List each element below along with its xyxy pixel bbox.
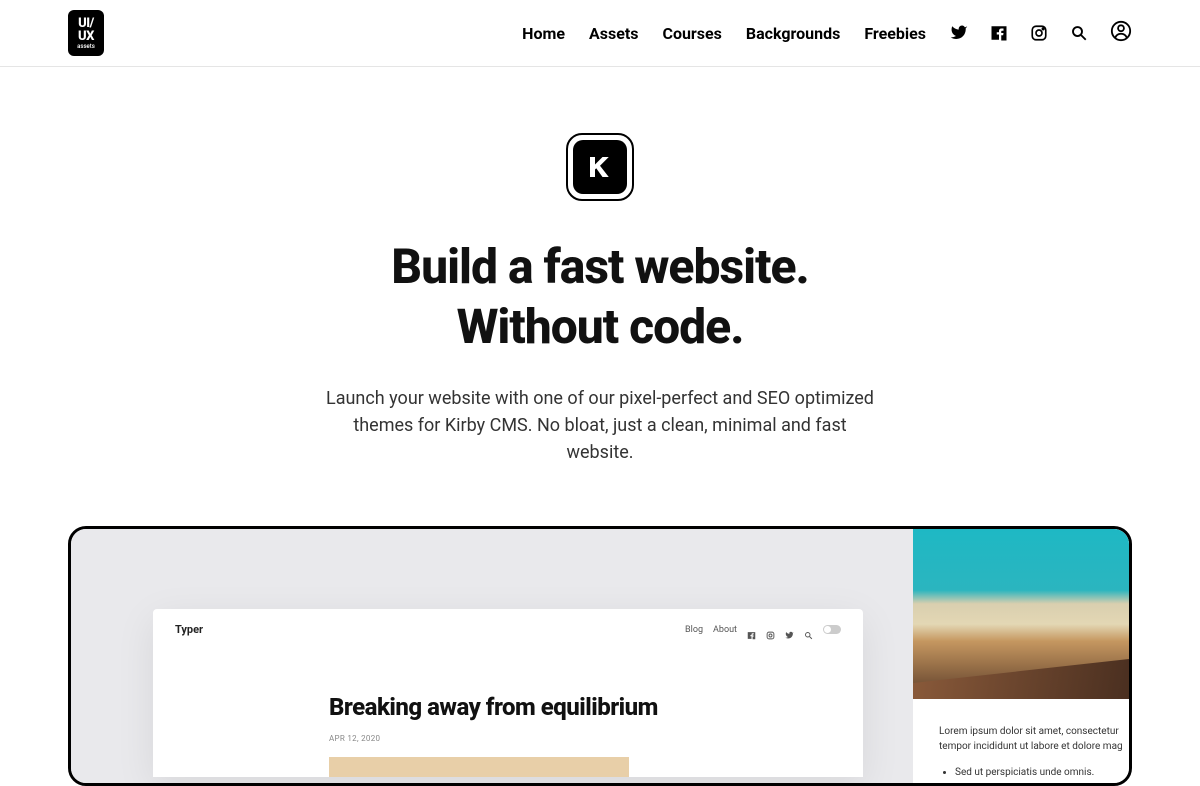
side-list: Sed ut perspiciatis unde omnis. — [939, 766, 1129, 781]
mock-search-icon — [804, 625, 813, 634]
main-nav: Home Assets Courses Backgrounds Freebies — [522, 24, 926, 43]
logo-text-mid: UX — [78, 30, 94, 43]
site-logo[interactable]: UI/ UX assets — [68, 10, 104, 56]
nav-assets[interactable]: Assets — [589, 24, 638, 43]
mock-heading: Breaking away from equilibrium — [329, 694, 687, 722]
showcase-left: Typer Blog About Breaking away from equi… — [71, 529, 913, 783]
side-list-item: Sed ut perspiciatis unde omnis. — [955, 766, 1129, 781]
mock-topbar: Typer Blog About — [153, 609, 863, 650]
mock-body: Breaking away from equilibrium APR 12, 2… — [153, 650, 863, 777]
showcase-right: Lorem ipsum dolor sit amet, consectetur … — [913, 529, 1129, 783]
logo-text-top: UI/ — [78, 17, 94, 30]
nav-backgrounds[interactable]: Backgrounds — [746, 24, 840, 43]
search-icon[interactable] — [1070, 24, 1088, 42]
mock-nav-blog: Blog — [685, 625, 703, 635]
mock-date: APR 12, 2020 — [329, 734, 687, 743]
showcase-preview: Typer Blog About Breaking away from equi… — [68, 526, 1132, 786]
facebook-icon[interactable] — [990, 24, 1008, 42]
theme-mock-window: Typer Blog About Breaking away from equi… — [153, 609, 863, 777]
mock-nav: Blog About — [685, 625, 841, 635]
nav-courses[interactable]: Courses — [662, 24, 721, 43]
mock-featured-image — [329, 757, 629, 777]
mock-brand: Typer — [175, 623, 203, 636]
header-icons — [950, 20, 1132, 46]
nav-freebies[interactable]: Freebies — [864, 24, 926, 43]
mock-facebook-icon — [747, 625, 756, 634]
mock-twitter-icon — [785, 625, 794, 634]
hero-badge-inner — [573, 140, 627, 194]
hero-title: Build a fast website. Without code. — [0, 237, 1200, 357]
instagram-icon[interactable] — [1030, 24, 1048, 42]
mock-instagram-icon — [766, 625, 775, 634]
hero-badge — [566, 133, 634, 201]
nav-home[interactable]: Home — [522, 24, 565, 43]
hero-section: Build a fast website. Without code. Laun… — [0, 67, 1200, 466]
side-text-block: Lorem ipsum dolor sit amet, consectetur … — [913, 699, 1129, 781]
mock-theme-toggle — [823, 625, 841, 634]
hero-title-line2: Without code. — [457, 298, 744, 355]
hero-subtitle: Launch your website with one of our pixe… — [320, 385, 880, 466]
twitter-icon[interactable] — [950, 24, 968, 42]
site-header: UI/ UX assets Home Assets Courses Backgr… — [0, 0, 1200, 67]
logo-text-bottom: assets — [77, 44, 95, 50]
hero-title-line1: Build a fast website. — [391, 238, 808, 295]
mock-nav-about: About — [713, 625, 737, 635]
side-hero-image — [913, 529, 1129, 699]
header-right: Home Assets Courses Backgrounds Freebies — [522, 20, 1132, 46]
account-icon[interactable] — [1110, 20, 1132, 46]
